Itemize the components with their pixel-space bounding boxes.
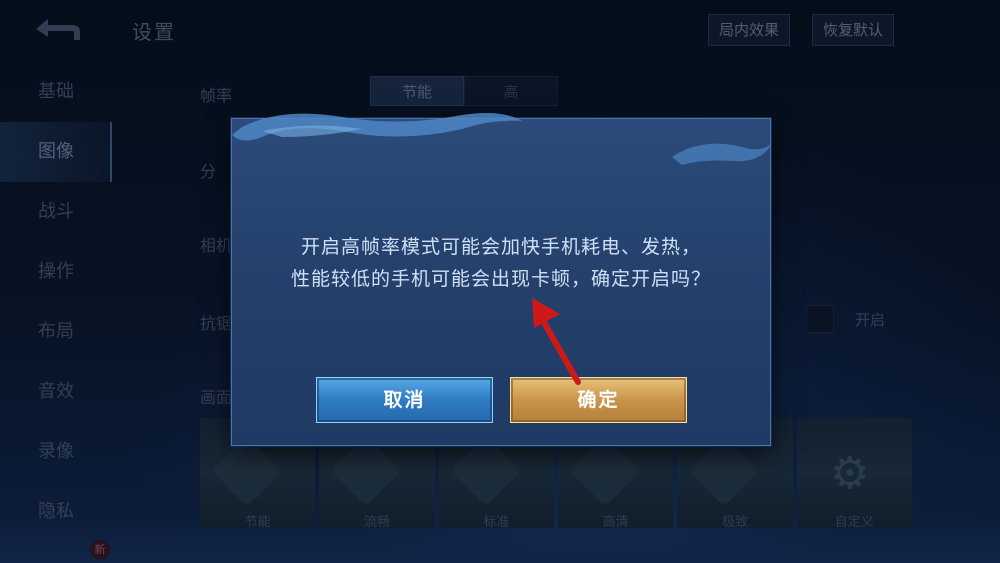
confirm-dialog: 开启高帧率模式可能会加快手机耗电、发热， 性能较低的手机可能会出现卡顿，确定开启… bbox=[231, 113, 772, 446]
dialog-message: 开启高帧率模式可能会加快手机耗电、发热， 性能较低的手机可能会出现卡顿，确定开启… bbox=[232, 231, 770, 295]
cloud-ornament-icon bbox=[232, 113, 772, 165]
dialog-message-line2: 性能较低的手机可能会出现卡顿，确定开启吗？ bbox=[290, 268, 711, 290]
annotation-arrow-icon bbox=[532, 298, 581, 385]
dialog-message-line1: 开启高帧率模式可能会加快手机耗电、发热， bbox=[300, 236, 701, 258]
cancel-button[interactable]: 取消 bbox=[316, 377, 493, 423]
